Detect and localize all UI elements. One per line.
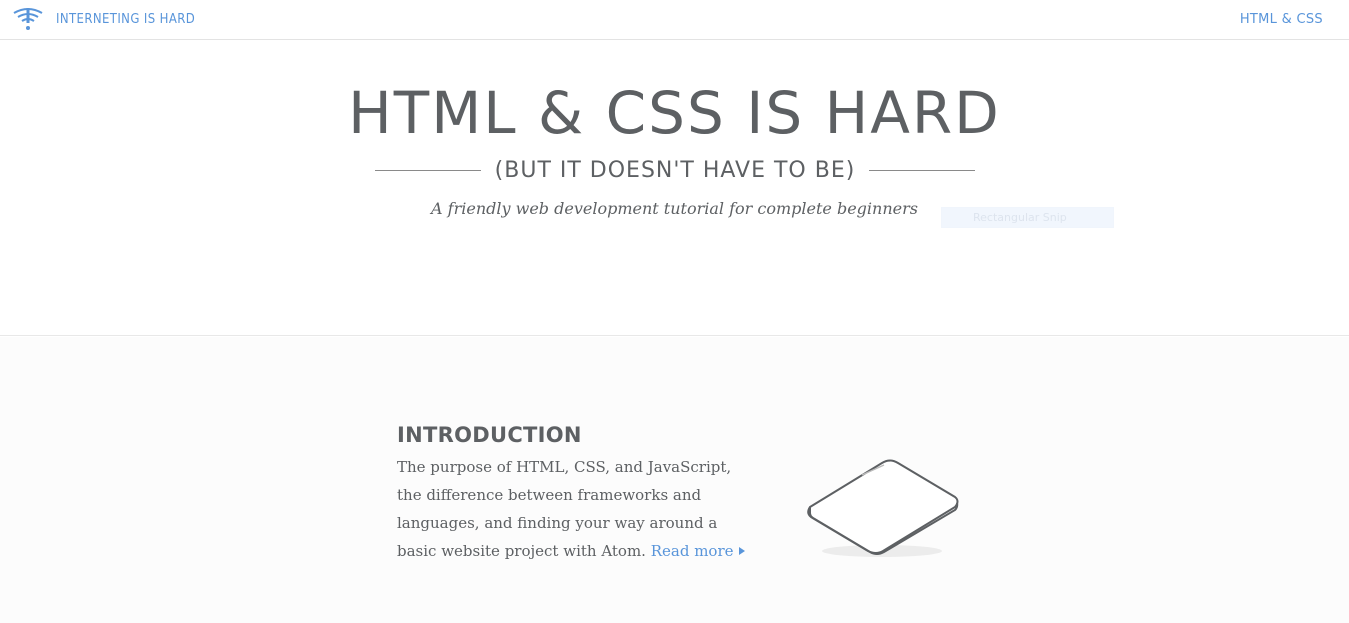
read-more-label: Read more <box>650 542 734 560</box>
tablet-device-icon <box>807 459 959 557</box>
subtitle-divider-right <box>869 169 975 171</box>
interneting-is-hard-logo-icon <box>13 8 43 30</box>
top-navigation-bar: INTERNETING IS HARD HTML & CSS <box>0 0 1349 40</box>
read-more-link[interactable]: Read more <box>651 542 745 560</box>
site-brand-link[interactable]: INTERNETING IS HARD <box>56 12 195 27</box>
hero-subtitle-row: (BUT IT DOESN'T HAVE TO BE) <box>375 154 975 186</box>
hero-title: HTML & CSS IS HARD <box>348 79 1001 147</box>
introduction-description: The purpose of HTML, CSS, and JavaScript… <box>397 453 757 565</box>
nav-link-html-css[interactable]: HTML & CSS <box>1240 12 1323 27</box>
introduction-section: INTRODUCTION The purpose of HTML, CSS, a… <box>0 337 1349 623</box>
subtitle-divider-left <box>375 169 481 171</box>
rectangular-snip-tooltip: Rectangular Snip <box>941 207 1114 228</box>
hero-section: HTML & CSS IS HARD (BUT IT DOESN'T HAVE … <box>0 41 1349 336</box>
hero-tagline: A friendly web development tutorial for … <box>431 199 918 218</box>
triangle-right-icon <box>738 547 745 555</box>
logo-link[interactable] <box>12 5 44 33</box>
hero-subtitle: (BUT IT DOESN'T HAVE TO BE) <box>494 157 856 183</box>
introduction-heading: INTRODUCTION <box>397 423 582 447</box>
